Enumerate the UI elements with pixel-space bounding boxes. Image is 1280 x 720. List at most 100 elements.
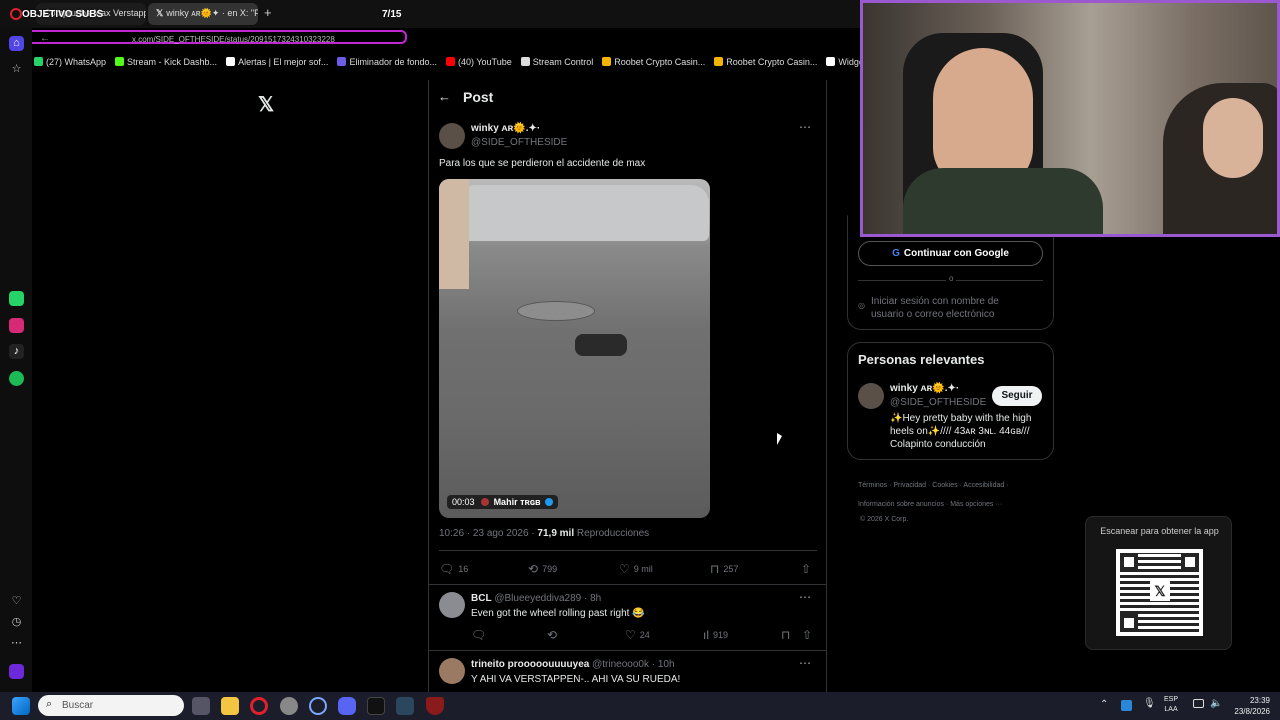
post-video[interactable]: 00:03 Mahir ᴛʀɢʙ: [439, 179, 710, 518]
google-signin-button[interactable]: G Continuar con Google: [858, 241, 1043, 266]
author-name[interactable]: winky ᴀʀ🌞.✦·: [471, 123, 540, 134]
share-button[interactable]: ⇧: [802, 628, 816, 642]
network-icon[interactable]: [1193, 699, 1204, 708]
microphone-icon[interactable]: 🎙: [1143, 698, 1156, 709]
bookmark-label: (27) WhatsApp: [46, 57, 107, 67]
tray-app-icon[interactable]: [1121, 700, 1132, 711]
bookmark-icon: ⊓: [710, 562, 720, 576]
file-explorer-icon[interactable]: [221, 697, 239, 715]
bookmark-button[interactable]: ⊓: [781, 628, 794, 642]
reply-icon: 🗨: [439, 562, 455, 576]
windows-start-icon[interactable]: [12, 697, 30, 715]
browser-sidebar: ⌂ ☆ ♪ ♡ ◷ ⋯: [0, 28, 32, 692]
whatsapp-icon[interactable]: [9, 291, 24, 306]
bookmark-icon: ⊓: [781, 628, 791, 642]
like-button[interactable]: ♡ 24: [625, 628, 650, 642]
repost-icon: ⟲: [547, 628, 558, 642]
new-tab-button[interactable]: +: [264, 5, 272, 20]
shield-app-icon[interactable]: [426, 697, 444, 715]
volume-icon[interactable]: 🔈: [1210, 698, 1222, 709]
footer-links-2[interactable]: Información sobre anuncios · Más opcione…: [858, 501, 1002, 508]
more-icon[interactable]: ⋯: [9, 636, 24, 651]
repost-button[interactable]: ⟲ 799: [528, 562, 557, 576]
like-icon: ♡: [619, 562, 630, 576]
heart-icon[interactable]: ♡: [9, 594, 24, 609]
search-placeholder: Buscar: [62, 700, 94, 711]
follow-button[interactable]: Seguir: [992, 386, 1042, 406]
reply-avatar[interactable]: [439, 592, 465, 618]
more-options-icon[interactable]: ⋯: [799, 590, 811, 604]
person-handle[interactable]: @SIDE_OFTHESIDE: [890, 397, 986, 408]
bookmark-item[interactable]: (27) WhatsApp: [34, 57, 106, 67]
qr-code[interactable]: 𝕏: [1116, 549, 1203, 636]
reply-button[interactable]: 🗨 16: [439, 562, 468, 576]
repost-button[interactable]: ⟲: [547, 628, 561, 642]
discord-icon[interactable]: [338, 697, 356, 715]
author-handle[interactable]: @SIDE_OFTHESIDE: [471, 137, 567, 148]
bookmark-item[interactable]: Stream Control: [520, 57, 593, 67]
signin-with-username[interactable]: Iniciar sesión con nombre de usuario o c…: [871, 295, 1031, 321]
avatar[interactable]: [439, 123, 465, 149]
reply-header: BCL @Blueeyeddiva289 · 8h: [471, 593, 601, 604]
bookmark-item[interactable]: Eliminador de fondo...: [337, 57, 437, 67]
bookmark-item[interactable]: Roobet Crypto Casin...: [714, 57, 817, 67]
avatar[interactable]: [858, 383, 884, 409]
google-button-label: Continuar con Google: [903, 248, 1009, 259]
reply-author-handle[interactable]: @Blueeyeddiva289 · 8h: [494, 593, 601, 604]
opera-logo-icon[interactable]: [10, 8, 22, 20]
footer-links[interactable]: Términos · Privacidad · Cookies · Accesi…: [858, 482, 1009, 489]
history-icon[interactable]: ◷: [9, 615, 24, 630]
home-icon[interactable]: ⌂: [9, 36, 24, 51]
cortana-icon[interactable]: [309, 697, 327, 715]
repost-icon: ⟲: [528, 562, 539, 576]
taskbar-search[interactable]: ⌕ Buscar: [38, 695, 184, 716]
address-url[interactable]: x.com/SIDE_OFTHESIDE/status/209151732431…: [132, 35, 402, 44]
post-timestamp[interactable]: 10:26 · 23 ago 2026 ·: [439, 528, 537, 539]
more-options-icon[interactable]: ⋯: [799, 656, 811, 670]
aria-icon[interactable]: [9, 664, 24, 679]
clock[interactable]: 23:39 23/8/2026: [1226, 695, 1270, 717]
star-icon[interactable]: ☆: [9, 62, 24, 77]
verified-icon: [545, 498, 554, 506]
clock-time: 23:39: [1249, 696, 1270, 705]
share-button[interactable]: ⇧: [801, 562, 815, 576]
share-icon: ⇧: [802, 628, 813, 642]
reply-author-handle[interactable]: @trineooo0k · 10h: [592, 659, 674, 670]
reply-author-name[interactable]: trineito prooooouuuuyea: [471, 659, 589, 670]
bookmark-favicon-icon: [115, 57, 125, 66]
bookmark-button[interactable]: ⊓ 257: [710, 562, 738, 576]
page-title: Post: [463, 89, 494, 105]
task-view-icon[interactable]: [192, 697, 210, 715]
bookmark-item[interactable]: Roobet Crypto Casin...: [602, 57, 705, 67]
bookmark-item[interactable]: Stream - Kick Dashb...: [115, 57, 217, 67]
webcam-person-left: [933, 48, 1033, 188]
column-border-left: [428, 80, 429, 692]
views-button[interactable]: ıl 919: [703, 628, 728, 642]
qr-label: Escanear para obtener la app: [1100, 526, 1219, 536]
reply-button[interactable]: 🗨: [471, 628, 490, 642]
bookmark-item[interactable]: (40) YouTube: [446, 57, 512, 67]
capcut-icon[interactable]: [367, 697, 385, 715]
tiktok-icon[interactable]: ♪: [9, 344, 24, 359]
goal-label: OBJETIVO SUBS: [22, 9, 104, 20]
like-count: 9 mil: [633, 564, 653, 574]
instagram-icon[interactable]: [9, 318, 24, 333]
person-name[interactable]: winky ᴀʀ🌞.✦·: [890, 383, 959, 394]
browser-tab-active[interactable]: 𝕏winky ᴀʀ🌞✦ · en X: "Par: [148, 3, 258, 25]
spotify-icon[interactable]: [9, 371, 24, 386]
x-logo-icon[interactable]: 𝕏: [258, 92, 274, 117]
bookmark-label: Alertas | El mejor sof...: [238, 57, 329, 67]
steam-icon[interactable]: [396, 697, 414, 715]
bookmark-item[interactable]: Alertas | El mejor sof...: [226, 57, 328, 67]
chrome-icon[interactable]: [280, 697, 298, 715]
language-indicator[interactable]: ESP LAA: [1164, 695, 1178, 715]
more-options-icon[interactable]: ⋯: [799, 120, 811, 134]
tray-chevron-icon[interactable]: ⌃: [1100, 699, 1108, 710]
back-arrow-icon[interactable]: ←: [438, 89, 451, 104]
tab-label: winky ᴀʀ🌞✦ · en X: "Par: [166, 8, 258, 18]
reply-avatar[interactable]: [439, 658, 465, 684]
opera-icon[interactable]: [250, 697, 268, 715]
like-button[interactable]: ♡ 9 mil: [619, 562, 653, 576]
reply-author-name[interactable]: BCL: [471, 593, 492, 604]
x-icon: 𝕏: [156, 8, 164, 18]
